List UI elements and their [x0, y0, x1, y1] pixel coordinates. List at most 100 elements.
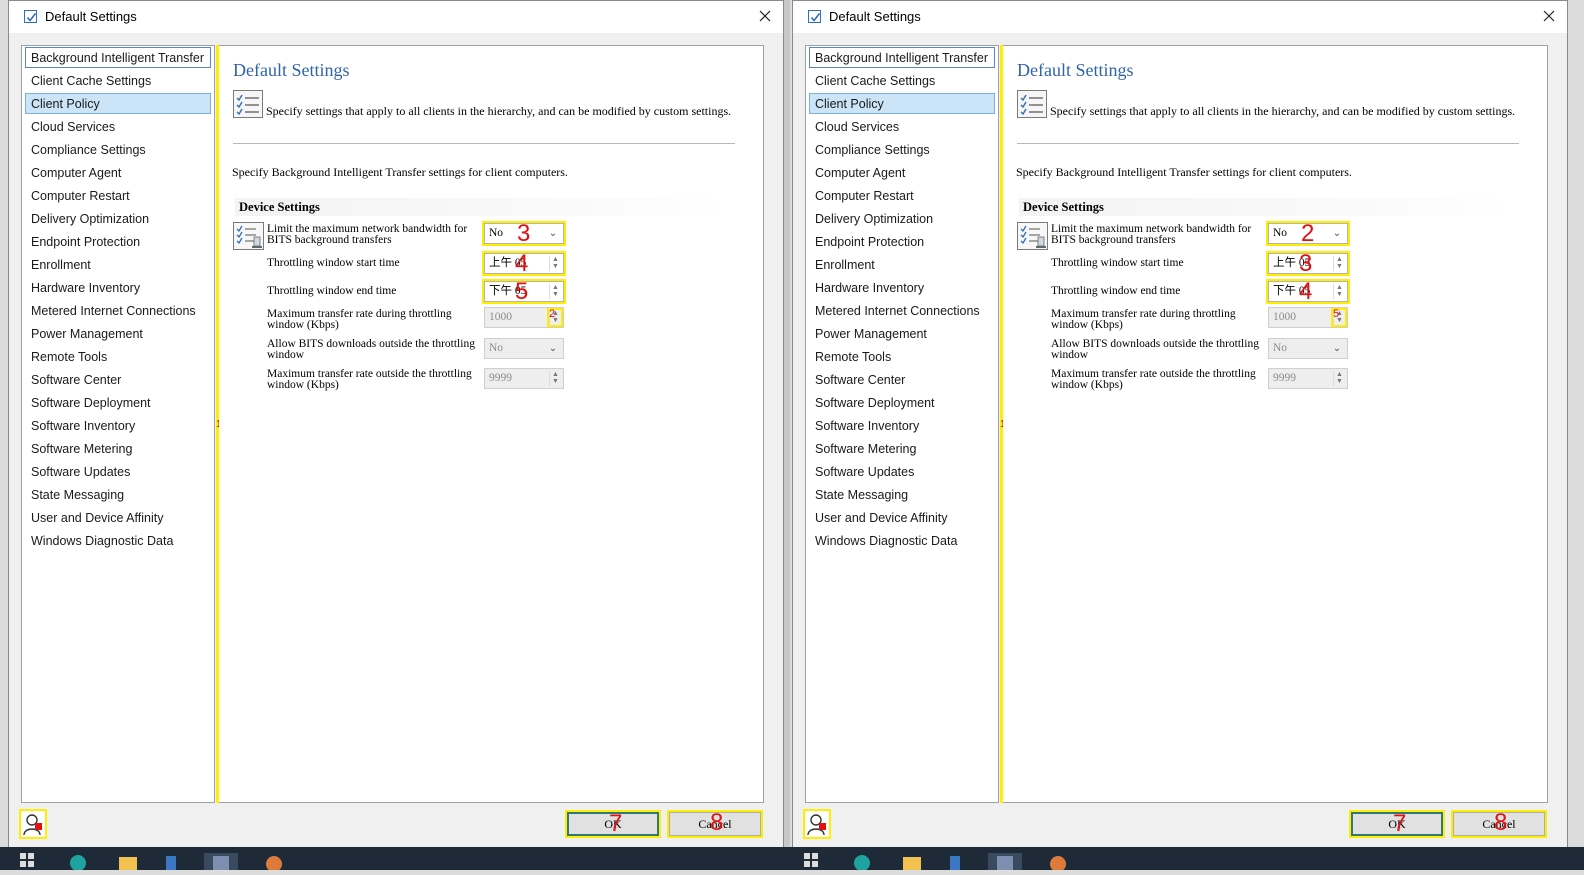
ok-button[interactable]: OK 7: [1349, 810, 1445, 838]
sidebar-item[interactable]: Software Center: [25, 369, 211, 390]
file-explorer-icon[interactable]: [118, 853, 138, 870]
cancel-button[interactable]: Cancel 8: [667, 810, 763, 838]
sidebar-item[interactable]: State Messaging: [809, 484, 995, 505]
sidebar-item[interactable]: Delivery Optimization: [809, 208, 995, 229]
sidebar-item[interactable]: Compliance Settings: [25, 139, 211, 160]
sidebar-item[interactable]: Background Intelligent Transfer: [25, 47, 211, 68]
app-icon[interactable]: [264, 853, 284, 872]
spin-arrows-icon[interactable]: ▲ ▼: [1333, 284, 1345, 299]
max-rate-during-stepper[interactable]: 1000 ▲ ▼ 5: [1268, 307, 1348, 328]
sidebar-item[interactable]: Software Metering: [25, 438, 211, 459]
allow-outside-dropdown[interactable]: No ⌄: [1268, 338, 1348, 359]
cancel-button[interactable]: Cancel 8: [1451, 810, 1547, 838]
button-bar: OK 7 Cancel 8: [793, 807, 1567, 847]
sidebar-item[interactable]: User and Device Affinity: [809, 507, 995, 528]
default-settings-dialog: Default Settings Background Intelligent …: [8, 0, 784, 856]
sidebar-item[interactable]: Endpoint Protection: [809, 231, 995, 252]
allow-outside-value: No: [489, 342, 504, 354]
sidebar-item[interactable]: Computer Restart: [25, 185, 211, 206]
sidebar-item[interactable]: User and Device Affinity: [25, 507, 211, 528]
end-time-picker[interactable]: 下午 05 ▲ ▼ 4: [1266, 279, 1350, 304]
sidebar-item[interactable]: Delivery Optimization: [25, 208, 211, 229]
spin-arrows-icon[interactable]: ▲ ▼: [547, 308, 563, 327]
sidebar-item[interactable]: Software Deployment: [809, 392, 995, 413]
edge-icon[interactable]: [852, 853, 872, 871]
sidebar-item[interactable]: Hardware Inventory: [809, 277, 995, 298]
settings-list-icon: [1017, 90, 1047, 118]
edge-icon[interactable]: [68, 853, 88, 871]
max-rate-outside-stepper[interactable]: 9999 ▲ ▼: [1268, 368, 1348, 389]
sidebar-item[interactable]: Metered Internet Connections: [25, 300, 211, 321]
sidebar-item[interactable]: Remote Tools: [809, 346, 995, 367]
close-button[interactable]: [1539, 6, 1559, 26]
max-rate-outside-label: Maximum transfer rate outside the thrott…: [1051, 368, 1256, 391]
ok-button-label: OK: [604, 817, 622, 831]
store-icon[interactable]: [948, 853, 968, 870]
sidebar-item[interactable]: Software Center: [809, 369, 995, 390]
user-account-icon[interactable]: [803, 809, 831, 839]
sidebar-item[interactable]: Software Inventory: [809, 415, 995, 436]
max-rate-during-value: 1000: [1273, 311, 1296, 323]
configmgr-console-icon[interactable]: [204, 853, 238, 870]
sidebar-item[interactable]: Software Metering: [809, 438, 995, 459]
sidebar-item[interactable]: Software Inventory: [25, 415, 211, 436]
windows-icon[interactable]: [804, 853, 824, 870]
device-settings-icon: [233, 222, 264, 250]
sidebar-item[interactable]: Hardware Inventory: [25, 277, 211, 298]
sidebar-item[interactable]: Remote Tools: [25, 346, 211, 367]
allow-outside-dropdown[interactable]: No ⌄: [484, 338, 564, 359]
divider: [1017, 143, 1519, 144]
sidebar-item[interactable]: Computer Restart: [809, 185, 995, 206]
limit-bandwidth-dropdown[interactable]: No ⌄ 2: [1266, 221, 1350, 246]
sidebar-item[interactable]: Software Updates: [809, 461, 995, 482]
spin-arrows-icon[interactable]: ▲ ▼: [549, 256, 561, 271]
app-icon[interactable]: [1048, 853, 1068, 872]
settings-check-icon: [24, 10, 37, 23]
start-time-picker[interactable]: 上午 05 ▲ ▼ 4: [482, 251, 566, 276]
store-icon[interactable]: [164, 853, 184, 870]
sidebar-item[interactable]: Enrollment: [809, 254, 995, 275]
sidebar-item[interactable]: Cloud Services: [809, 116, 995, 137]
configmgr-console-icon[interactable]: [988, 853, 1022, 870]
sidebar-item[interactable]: Enrollment: [25, 254, 211, 275]
spin-arrows-icon[interactable]: ▲ ▼: [549, 284, 561, 299]
sidebar-item[interactable]: Metered Internet Connections: [809, 300, 995, 321]
sidebar-item[interactable]: State Messaging: [25, 484, 211, 505]
sidebar-item[interactable]: Client Policy: [25, 93, 211, 114]
max-rate-outside-stepper[interactable]: 9999 ▲ ▼: [484, 368, 564, 389]
sidebar-item[interactable]: Client Cache Settings: [25, 70, 211, 91]
sidebar-item[interactable]: Software Updates: [25, 461, 211, 482]
spin-arrows-icon[interactable]: ▲ ▼: [1333, 371, 1345, 386]
sidebar-item[interactable]: Cloud Services: [25, 116, 211, 137]
cancel-button-label: Cancel: [1482, 817, 1516, 831]
spin-arrows-icon[interactable]: ▲ ▼: [1331, 308, 1347, 327]
spin-arrows-icon[interactable]: ▲ ▼: [549, 371, 561, 386]
start-time-picker[interactable]: 上午 05 ▲ ▼ 3: [1266, 251, 1350, 276]
sidebar-item[interactable]: Power Management: [809, 323, 995, 344]
sidebar-item[interactable]: Windows Diagnostic Data: [25, 530, 211, 551]
sidebar-item[interactable]: Endpoint Protection: [25, 231, 211, 252]
max-rate-during-stepper[interactable]: 1000 ▲ ▼ 2: [484, 307, 564, 328]
windows-icon[interactable]: [20, 853, 40, 870]
sidebar-item[interactable]: Power Management: [25, 323, 211, 344]
sidebar-item[interactable]: Client Policy: [809, 93, 995, 114]
max-rate-during-value: 1000: [489, 311, 512, 323]
sidebar-item[interactable]: Background Intelligent Transfer: [809, 47, 995, 68]
sidebar-item[interactable]: Client Cache Settings: [809, 70, 995, 91]
sidebar-item[interactable]: Software Deployment: [25, 392, 211, 413]
sidebar-item[interactable]: Compliance Settings: [809, 139, 995, 160]
close-button[interactable]: [755, 6, 775, 26]
sidebar-item[interactable]: Computer Agent: [809, 162, 995, 183]
sidebar-item[interactable]: Computer Agent: [25, 162, 211, 183]
user-account-icon[interactable]: [19, 809, 47, 839]
spin-arrows-icon[interactable]: ▲ ▼: [1333, 256, 1345, 271]
sidebar-item[interactable]: Windows Diagnostic Data: [809, 530, 995, 551]
end-time-picker[interactable]: 下午 05 ▲ ▼ 5: [482, 279, 566, 304]
limit-bandwidth-dropdown[interactable]: No ⌄ 3: [482, 221, 566, 246]
settings-check-icon: [808, 10, 821, 23]
limit-bandwidth-label: Limit the maximum network bandwidth for …: [1051, 223, 1252, 246]
start-time-label: Throttling window start time: [1051, 257, 1184, 269]
device-settings-icon: [1017, 222, 1048, 250]
file-explorer-icon[interactable]: [902, 853, 922, 870]
ok-button[interactable]: OK 7: [565, 810, 661, 838]
